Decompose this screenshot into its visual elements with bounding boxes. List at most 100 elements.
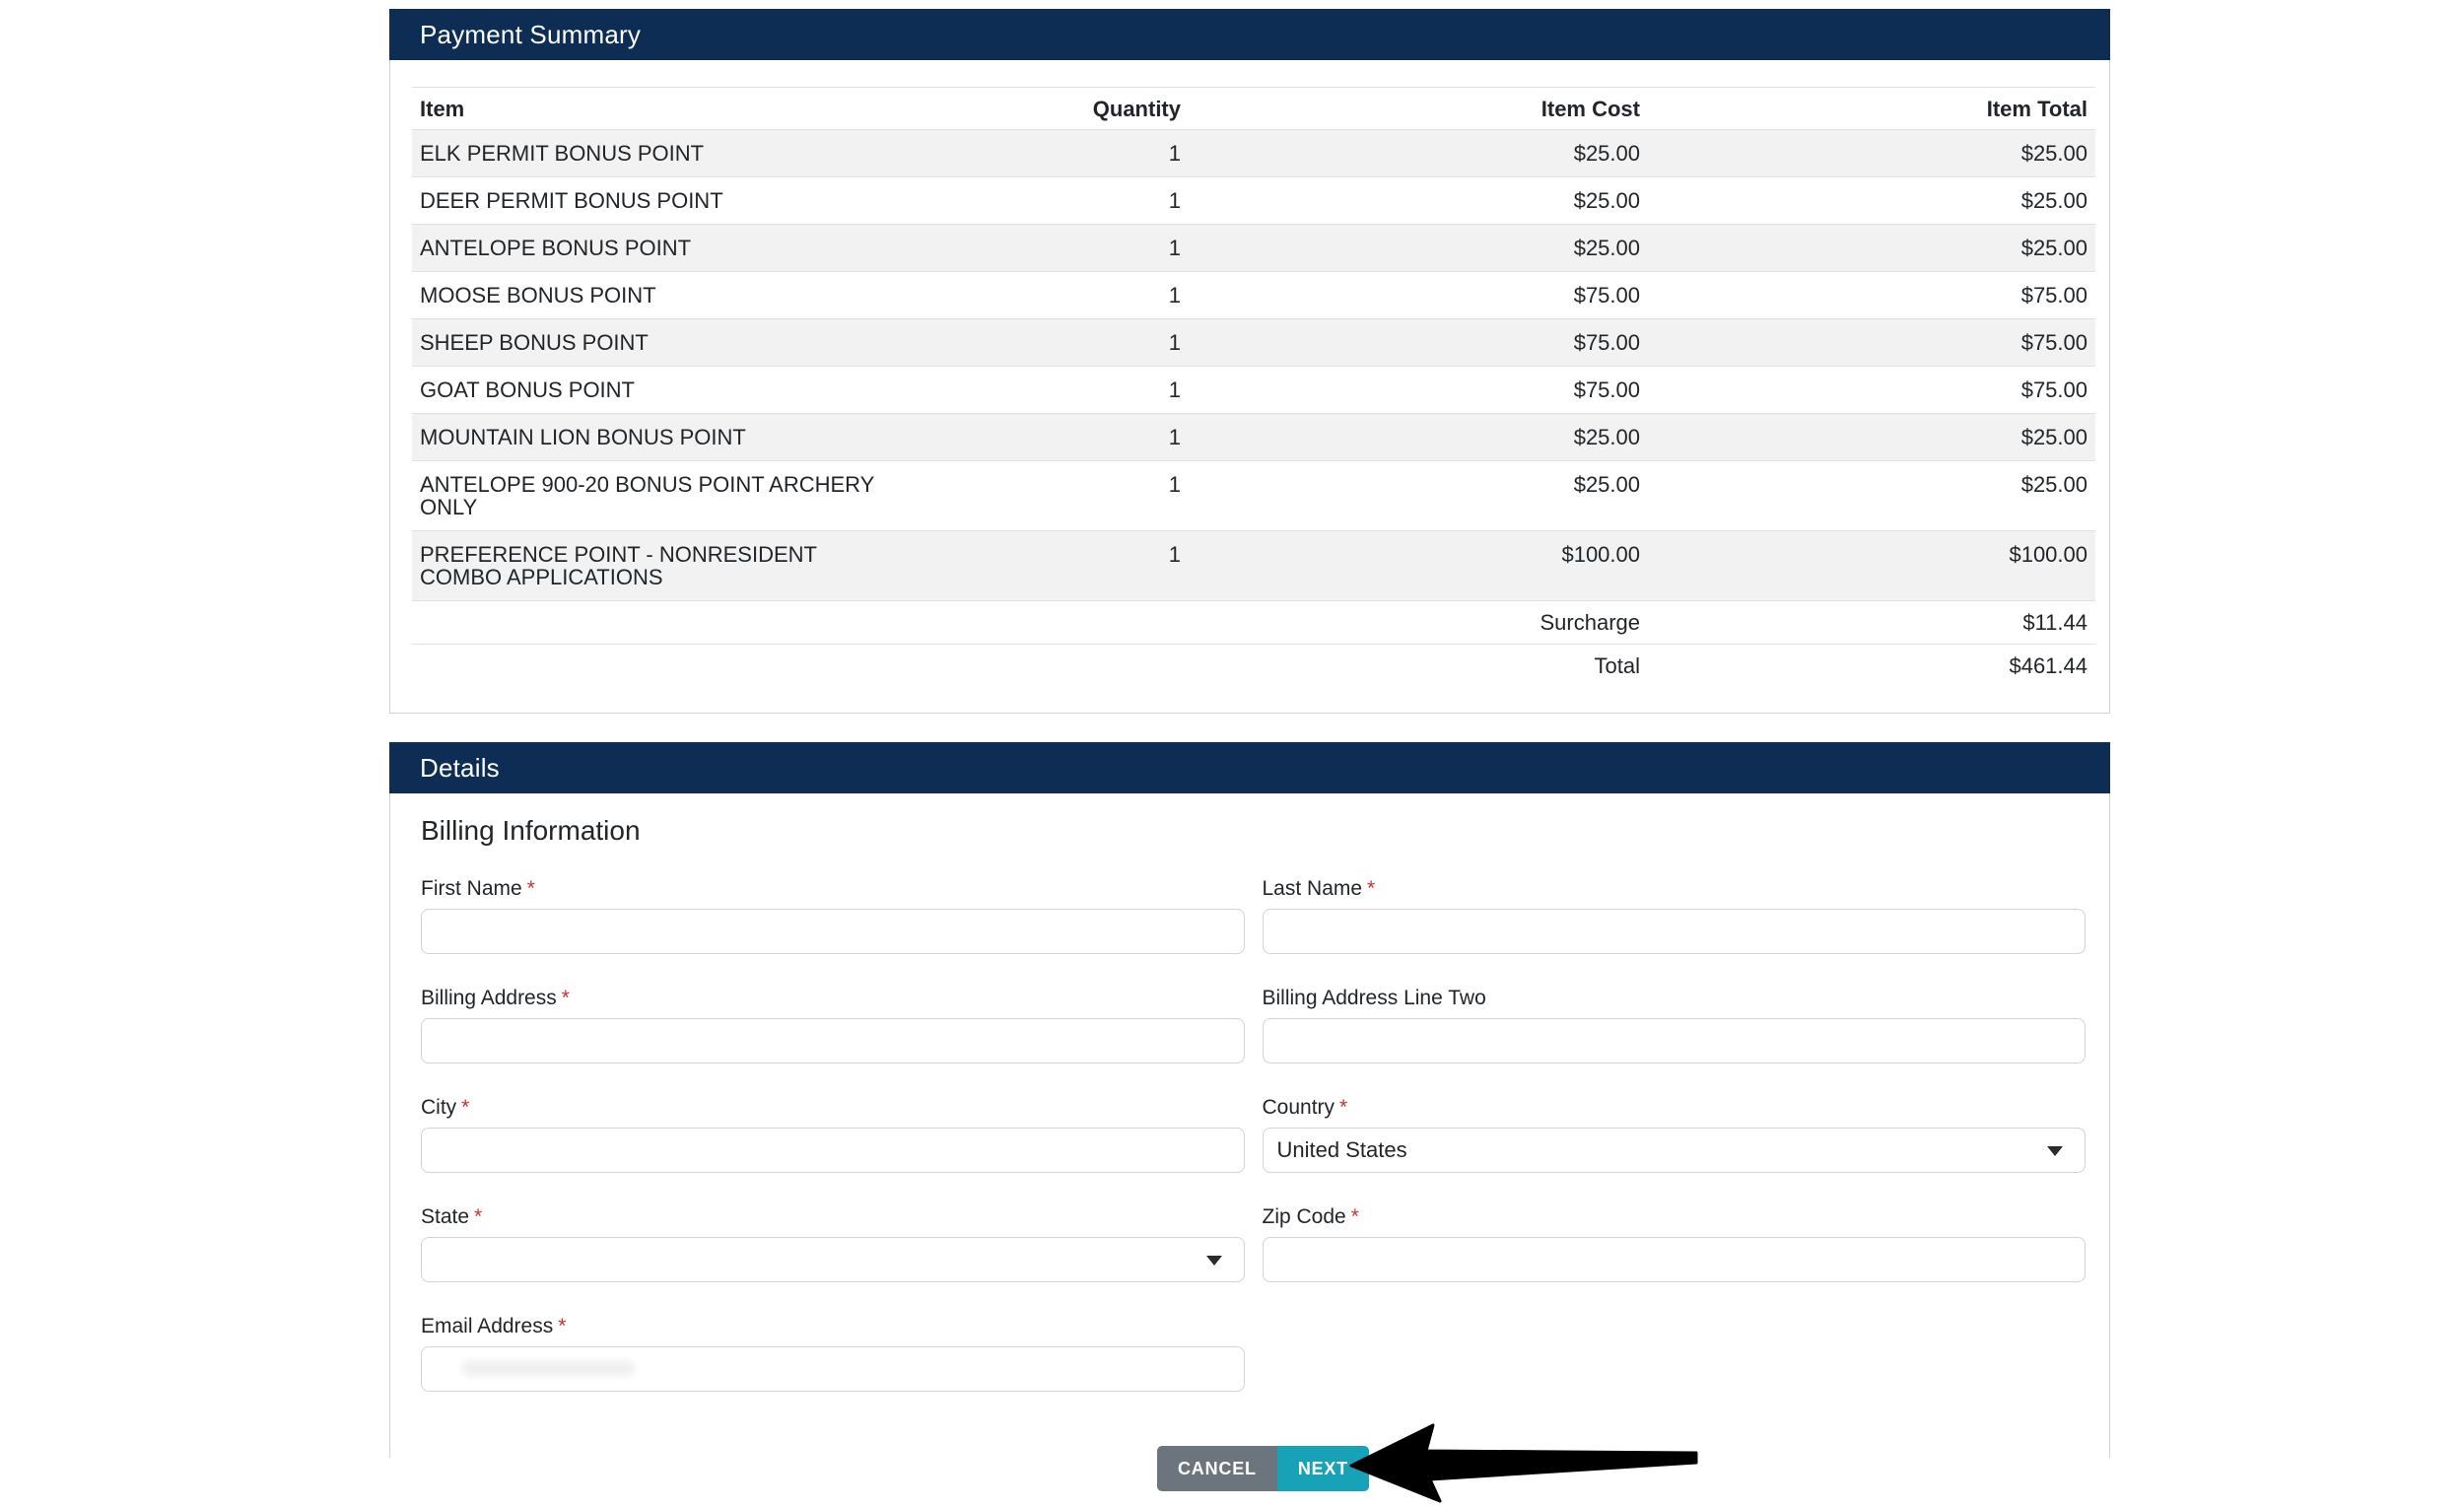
- total-row: Total $461.44: [412, 645, 2095, 688]
- city-field-group: City*: [421, 1095, 1245, 1173]
- state-select[interactable]: [421, 1237, 1245, 1282]
- payment-summary-header: Payment Summary: [389, 9, 2110, 60]
- item-cost-cell: $75.00: [1189, 272, 1648, 319]
- total-value: $461.44: [1648, 645, 2095, 688]
- item-total-cell: $75.00: [1648, 272, 2095, 319]
- empty-cell: [412, 601, 1189, 645]
- country-selected-value: United States: [1277, 1137, 1407, 1163]
- item-total-cell: $25.00: [1648, 225, 2095, 272]
- required-marker: *: [1351, 1205, 1359, 1228]
- item-cell: ANTELOPE BONUS POINT: [412, 225, 905, 272]
- required-marker: *: [461, 1096, 469, 1119]
- surcharge-row: Surcharge $11.44: [412, 601, 2095, 645]
- column-header-item-total: Item Total: [1648, 88, 2095, 130]
- column-header-item-cost: Item Cost: [1189, 88, 1648, 130]
- item-cost-cell: $75.00: [1189, 319, 1648, 367]
- item-cost-cell: $75.00: [1189, 367, 1648, 414]
- next-button[interactable]: NEXT: [1277, 1446, 1369, 1491]
- last-name-label: Last Name*: [1263, 876, 2087, 901]
- details-title: Details: [420, 753, 500, 784]
- email-address-input[interactable]: [421, 1346, 1245, 1392]
- item-total-cell: $75.00: [1648, 367, 2095, 414]
- item-cell: MOUNTAIN LION BONUS POINT: [412, 414, 905, 461]
- zip-code-input[interactable]: [1263, 1237, 2087, 1282]
- required-marker: *: [1339, 1096, 1347, 1119]
- first-name-label: First Name*: [421, 876, 1245, 901]
- table-row: SHEEP BONUS POINT 1 $75.00 $75.00: [412, 319, 2095, 367]
- item-cost-cell: $100.00: [1189, 531, 1648, 601]
- form-actions: CANCEL NEXT: [1157, 1446, 1369, 1491]
- quantity-cell: 1: [905, 272, 1189, 319]
- item-total-cell: $100.00: [1648, 531, 2095, 601]
- zip-code-field-group: Zip Code*: [1263, 1204, 2087, 1282]
- table-row: DEER PERMIT BONUS POINT 1 $25.00 $25.00: [412, 177, 2095, 225]
- quantity-cell: 1: [905, 177, 1189, 225]
- quantity-cell: 1: [905, 414, 1189, 461]
- billing-address-line-two-label: Billing Address Line Two: [1263, 986, 2087, 1010]
- surcharge-label: Surcharge: [1189, 601, 1648, 645]
- quantity-cell: 1: [905, 319, 1189, 367]
- details-header: Details: [389, 742, 2110, 793]
- email-address-field-group: Email Address*: [421, 1314, 1245, 1392]
- item-total-cell: $75.00: [1648, 319, 2095, 367]
- item-cell: DEER PERMIT BONUS POINT: [412, 177, 905, 225]
- table-row: ANTELOPE BONUS POINT 1 $25.00 $25.00: [412, 225, 2095, 272]
- billing-address-field-group: Billing Address*: [421, 986, 1245, 1063]
- city-input[interactable]: [421, 1128, 1245, 1173]
- quantity-cell: 1: [905, 367, 1189, 414]
- item-cost-cell: $25.00: [1189, 177, 1648, 225]
- item-total-cell: $25.00: [1648, 130, 2095, 177]
- table-row: GOAT BONUS POINT 1 $75.00 $75.00: [412, 367, 2095, 414]
- item-cost-cell: $25.00: [1189, 461, 1648, 531]
- item-cost-cell: $25.00: [1189, 130, 1648, 177]
- payment-summary-table: Item Quantity Item Cost Item Total ELK P…: [412, 87, 2095, 687]
- email-address-label: Email Address*: [421, 1314, 1245, 1338]
- last-name-field-group: Last Name*: [1263, 876, 2087, 954]
- required-marker: *: [474, 1205, 482, 1228]
- table-row: ELK PERMIT BONUS POINT 1 $25.00 $25.00: [412, 130, 2095, 177]
- country-select[interactable]: United States: [1263, 1128, 2087, 1173]
- chevron-down-icon: [2047, 1146, 2063, 1156]
- cancel-button[interactable]: CANCEL: [1157, 1446, 1277, 1491]
- annotation-arrow: [1339, 1417, 1714, 1508]
- chevron-down-icon: [1206, 1256, 1222, 1266]
- city-label: City*: [421, 1095, 1245, 1120]
- quantity-cell: 1: [905, 461, 1189, 531]
- billing-address-line-two-input[interactable]: [1263, 1018, 2087, 1063]
- quantity-cell: 1: [905, 130, 1189, 177]
- empty-grid-cell: [1263, 1314, 2087, 1392]
- payment-summary-title: Payment Summary: [420, 20, 641, 50]
- page: { "colors": { "header_navy": "#0d2d55", …: [0, 0, 2464, 1458]
- item-cost-cell: $25.00: [1189, 414, 1648, 461]
- payment-summary-panel: Payment Summary Item Quantity Item Cost …: [389, 9, 2110, 714]
- item-cell: MOOSE BONUS POINT: [412, 272, 905, 319]
- billing-address-input[interactable]: [421, 1018, 1245, 1063]
- item-cell: SHEEP BONUS POINT: [412, 319, 905, 367]
- billing-form: Billing Information First Name* Last Nam…: [390, 793, 2109, 1456]
- item-cell: ELK PERMIT BONUS POINT: [412, 130, 905, 177]
- zip-code-label: Zip Code*: [1263, 1204, 2087, 1229]
- total-label: Total: [1189, 645, 1648, 688]
- required-marker: *: [1367, 877, 1375, 900]
- item-cell: PREFERENCE POINT - NONRESIDENT COMBO APP…: [412, 531, 905, 601]
- first-name-input[interactable]: [421, 909, 1245, 954]
- country-label: Country*: [1263, 1095, 2087, 1120]
- empty-cell: [412, 645, 1189, 688]
- table-row: PREFERENCE POINT - NONRESIDENT COMBO APP…: [412, 531, 2095, 601]
- state-field-group: State*: [421, 1204, 1245, 1282]
- required-marker: *: [562, 987, 570, 1009]
- billing-information-heading: Billing Information: [421, 815, 2086, 847]
- item-total-cell: $25.00: [1648, 177, 2095, 225]
- table-row: MOOSE BONUS POINT 1 $75.00 $75.00: [412, 272, 2095, 319]
- quantity-cell: 1: [905, 225, 1189, 272]
- item-total-cell: $25.00: [1648, 461, 2095, 531]
- item-total-cell: $25.00: [1648, 414, 2095, 461]
- table-row: ANTELOPE 900-20 BONUS POINT ARCHERY ONLY…: [412, 461, 2095, 531]
- billing-address-label: Billing Address*: [421, 986, 1245, 1010]
- last-name-input[interactable]: [1263, 909, 2087, 954]
- table-row: MOUNTAIN LION BONUS POINT 1 $25.00 $25.0…: [412, 414, 2095, 461]
- details-panel: Details Billing Information First Name* …: [389, 742, 2110, 1458]
- surcharge-value: $11.44: [1648, 601, 2095, 645]
- item-cell: GOAT BONUS POINT: [412, 367, 905, 414]
- country-field-group: Country* United States: [1263, 1095, 2087, 1173]
